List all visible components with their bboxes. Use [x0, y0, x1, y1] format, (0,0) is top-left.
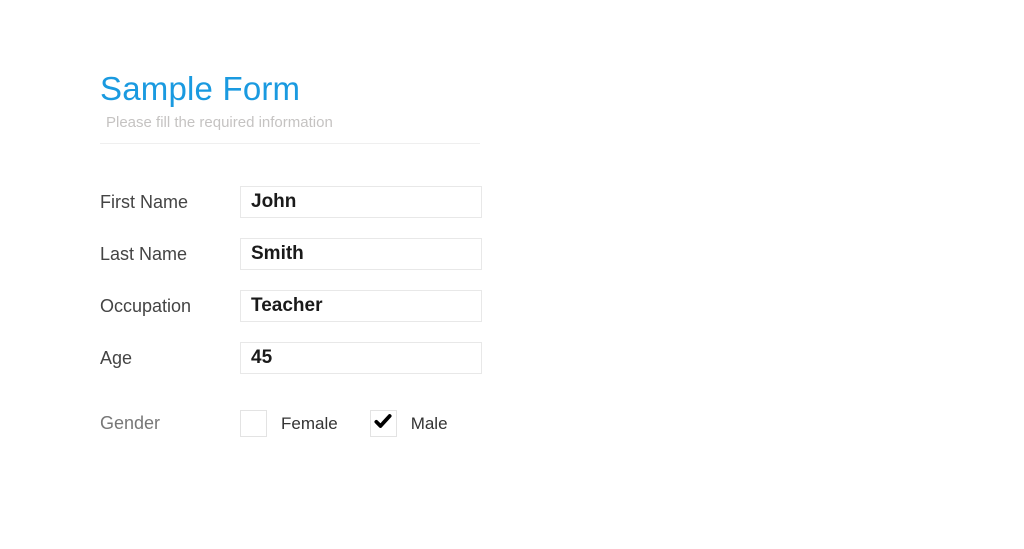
age-input[interactable]: [240, 342, 482, 374]
female-checkbox[interactable]: [240, 410, 267, 437]
occupation-input[interactable]: [240, 290, 482, 322]
female-option-label: Female: [281, 414, 338, 434]
last-name-input[interactable]: [240, 238, 482, 270]
age-label: Age: [100, 348, 240, 369]
form-title: Sample Form: [100, 70, 520, 108]
last-name-label: Last Name: [100, 244, 240, 265]
occupation-label: Occupation: [100, 296, 240, 317]
male-checkbox[interactable]: [370, 410, 397, 437]
form-subtitle: Please fill the required information: [106, 114, 520, 131]
gender-label: Gender: [100, 413, 240, 434]
divider: [100, 143, 480, 144]
check-icon: [373, 411, 393, 436]
first-name-label: First Name: [100, 192, 240, 213]
male-option-label: Male: [411, 414, 448, 434]
first-name-input[interactable]: [240, 186, 482, 218]
